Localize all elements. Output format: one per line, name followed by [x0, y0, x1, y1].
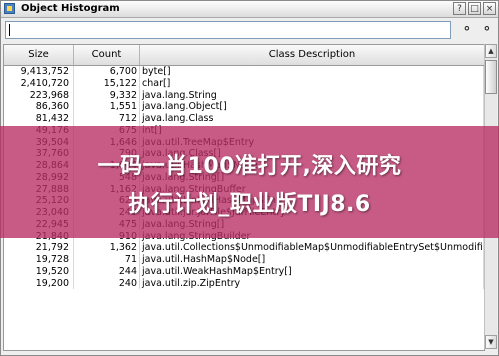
- count-cell: 1,551: [74, 101, 140, 113]
- scrollbar-thumb[interactable]: [485, 60, 497, 94]
- column-header-size[interactable]: Size: [4, 45, 74, 65]
- table-header: Size Count Class Description: [4, 45, 484, 66]
- size-cell: 86,360: [4, 101, 74, 113]
- search-input[interactable]: [5, 21, 451, 39]
- size-cell: 223,968: [4, 89, 74, 102]
- class-description-cell: char[]: [140, 77, 484, 90]
- table-row[interactable]: 19,520 244 java.util.WeakHashMap$Entry[]: [4, 265, 484, 278]
- class-description-cell: byte[]: [140, 66, 484, 78]
- count-cell: 240: [74, 277, 140, 290]
- window-controls: ? □ ×: [453, 2, 496, 15]
- window-title: Object Histogram: [21, 3, 120, 14]
- size-cell: 21,792: [4, 242, 74, 254]
- binoculars-icon: ⚬: [481, 22, 493, 37]
- class-description-cell: java.util.HashMap$Node[]: [140, 254, 484, 266]
- find-button[interactable]: ⚬: [457, 21, 477, 39]
- toolbar: ⚬ ⚬: [1, 18, 498, 45]
- table-row[interactable]: 9,413,752 6,700 byte[]: [4, 66, 484, 78]
- table-row[interactable]: 2,410,720 15,122 char[]: [4, 77, 484, 90]
- count-cell: 9,332: [74, 89, 140, 102]
- count-cell: 1,362: [74, 242, 140, 254]
- text-caret: [9, 24, 10, 36]
- class-description-cell: java.util.zip.ZipEntry: [140, 277, 484, 290]
- table-row[interactable]: 223,968 9,332 java.lang.String: [4, 89, 484, 102]
- size-cell: 19,200: [4, 277, 74, 290]
- overlay-subheadline: 执行计划_职业版TIJ8.6: [128, 192, 371, 217]
- table-row[interactable]: 81,432 712 java.lang.Class: [4, 113, 484, 125]
- help-button[interactable]: ?: [453, 2, 466, 15]
- column-header-count[interactable]: Count: [74, 45, 140, 65]
- count-cell: 6,700: [74, 66, 140, 78]
- maximize-button[interactable]: □: [468, 2, 481, 15]
- scroll-up-arrow[interactable]: ▲: [485, 44, 497, 58]
- app-icon: [4, 3, 15, 14]
- promo-overlay-banner: 一码一肖100准打开,深入研究 执行计划_职业版TIJ8.6: [0, 126, 499, 238]
- size-cell: 19,520: [4, 265, 74, 278]
- size-cell: 2,410,720: [4, 77, 74, 90]
- class-description-cell: java.util.Collections$UnmodifiableMap$Un…: [142, 242, 484, 254]
- close-button[interactable]: ×: [483, 2, 496, 15]
- scroll-down-arrow[interactable]: ▼: [485, 335, 497, 349]
- size-cell: 19,728: [4, 254, 74, 266]
- column-header-class-description[interactable]: Class Description: [140, 45, 484, 65]
- find-next-button[interactable]: ⚬: [477, 21, 497, 39]
- count-cell: 71: [74, 254, 140, 266]
- table-row[interactable]: 19,200 240 java.util.zip.ZipEntry: [4, 277, 484, 290]
- table-row[interactable]: 86,360 1,551 java.lang.Object[]: [4, 101, 484, 113]
- class-description-cell: java.util.WeakHashMap$Entry[]: [140, 265, 484, 278]
- class-description-cell: java.lang.Class: [140, 113, 484, 125]
- binoculars-icon: ⚬: [461, 22, 473, 37]
- size-cell: 81,432: [4, 113, 74, 125]
- table-row[interactable]: 19,728 71 java.util.HashMap$Node[]: [4, 254, 484, 266]
- count-cell: 15,122: [74, 77, 140, 90]
- table-row[interactable]: 21,792 1,362 java.util.Collections$Unmodif…: [4, 242, 484, 254]
- class-description-cell: java.lang.String: [140, 89, 484, 102]
- class-description-cell: java.lang.Object[]: [140, 101, 484, 113]
- count-cell: 244: [74, 265, 140, 278]
- size-cell: 9,413,752: [4, 66, 74, 78]
- title-bar[interactable]: Object Histogram ? □ ×: [1, 1, 498, 18]
- count-cell: 712: [74, 113, 140, 125]
- overlay-headline: 一码一肖100准打开,深入研究: [97, 154, 402, 179]
